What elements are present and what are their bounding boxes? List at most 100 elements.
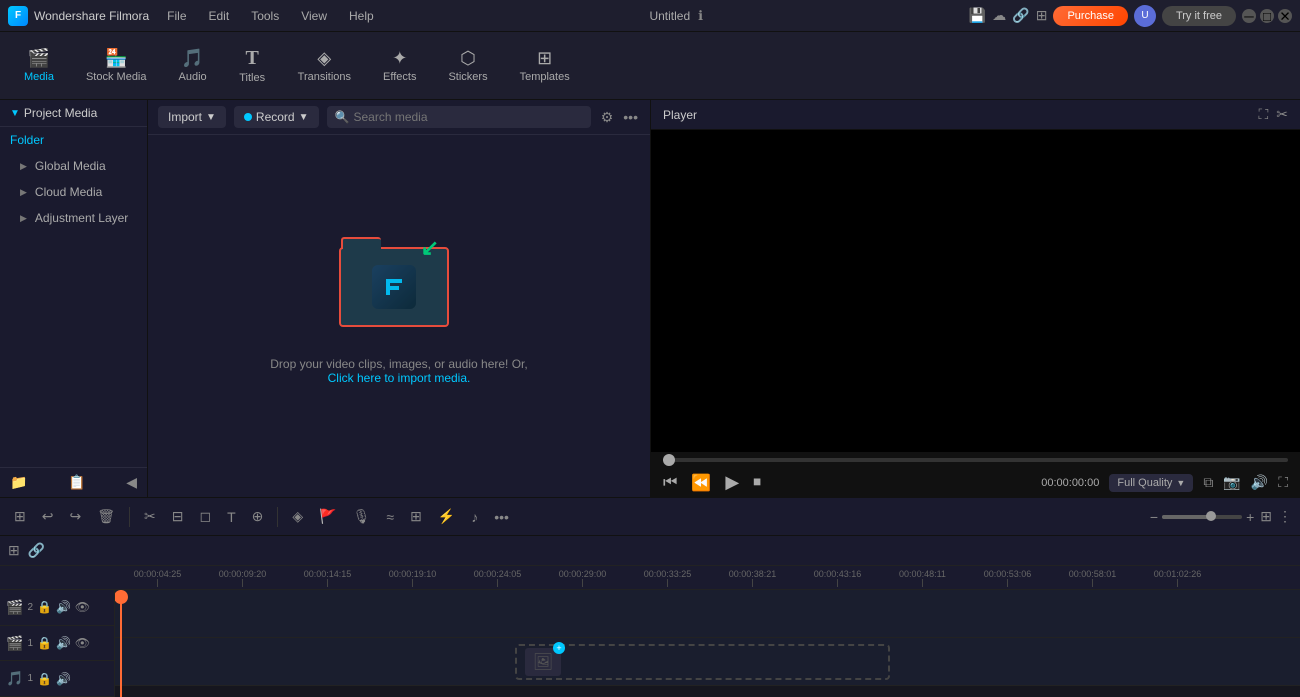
track2-eye-icon[interactable]: 👁 xyxy=(75,600,90,614)
split-icon[interactable]: ⊟ xyxy=(166,504,190,529)
panel-item-folder[interactable]: Folder xyxy=(0,127,147,153)
save-icon[interactable]: 💾 xyxy=(969,7,986,24)
progress-handle[interactable] xyxy=(663,454,675,466)
import-link[interactable]: Click here to import media. xyxy=(328,371,471,385)
menu-tools[interactable]: Tools xyxy=(241,5,289,27)
share-icon[interactable]: 🔗 xyxy=(1012,7,1029,24)
toolbar-item-audio[interactable]: 🎵 Audio xyxy=(165,42,221,89)
collapse-icon[interactable]: ◀ xyxy=(126,474,137,491)
toolbar-item-stickers[interactable]: ⬡ Stickers xyxy=(434,42,501,89)
redo-icon[interactable]: ↪ xyxy=(63,504,87,529)
menu-file[interactable]: File xyxy=(157,5,196,27)
minimize-button[interactable]: ─ xyxy=(1242,9,1256,23)
track-labels: 🎬 2 🔒 🔊 👁 🎬 1 🔒 🔊 👁 🎵 xyxy=(0,590,115,697)
zoom-in-icon[interactable]: + xyxy=(1246,509,1254,525)
more-tl-icon[interactable]: ••• xyxy=(488,505,515,529)
audio1-mute-icon[interactable]: 🔊 xyxy=(56,672,71,686)
scene-detect-icon[interactable]: ⊞ xyxy=(8,504,32,529)
link-icon[interactable]: 🔗 xyxy=(28,542,45,559)
menu-view[interactable]: View xyxy=(291,5,337,27)
stock-label: Stock Media xyxy=(86,71,147,83)
close-button[interactable]: ✕ xyxy=(1278,9,1292,23)
drag-drop-zone[interactable]: 🖼 + xyxy=(515,644,890,680)
layout-icon[interactable]: ⊞ xyxy=(1260,508,1272,525)
volume-icon[interactable]: 🔊 xyxy=(1251,474,1268,491)
track1-eye-icon[interactable]: 👁 xyxy=(75,636,90,650)
zoom-controls: − + xyxy=(1150,509,1254,525)
play-button[interactable]: ▶ xyxy=(725,472,739,493)
more-options-icon[interactable]: ⋮ xyxy=(1278,508,1292,525)
toolbar-item-templates[interactable]: ⊞ Templates xyxy=(506,42,584,89)
panel-item-global[interactable]: ▶ Global Media xyxy=(0,153,147,179)
ruler-mark-2: 00:00:14:15 xyxy=(285,569,370,587)
menu-help[interactable]: Help xyxy=(339,5,384,27)
multi-icon[interactable]: ⊞ xyxy=(404,504,428,529)
cloud-save-icon[interactable]: ☁ xyxy=(992,7,1006,24)
titlebar-left: F Wondershare Filmora File Edit Tools Vi… xyxy=(8,5,384,27)
more-icon[interactable]: ••• xyxy=(621,107,640,128)
panel-item-cloud[interactable]: ▶ Cloud Media xyxy=(0,179,147,205)
crop-icon[interactable]: ✂ xyxy=(1276,106,1288,123)
text-tl-icon[interactable]: T xyxy=(221,505,242,529)
snapshot-icon[interactable]: 📷 xyxy=(1223,474,1240,491)
record-button[interactable]: Record ▼ xyxy=(234,106,319,128)
fullscreen-icon[interactable]: ⛶ xyxy=(1258,106,1268,123)
toolbar-item-transitions[interactable]: ◈ Transitions xyxy=(284,42,365,89)
import-label: Import xyxy=(168,110,202,124)
maximize-button[interactable]: □ xyxy=(1260,9,1274,23)
panel-item-adjustment[interactable]: ▶ Adjustment Layer xyxy=(0,205,147,231)
toolbar-item-media[interactable]: 🎬 Media xyxy=(10,42,68,89)
toolbar-item-stock[interactable]: 🏪 Stock Media xyxy=(72,42,161,89)
folder-list-icon[interactable]: 📋 xyxy=(68,474,85,491)
toolbar-item-effects[interactable]: ✦ Effects xyxy=(369,42,430,89)
search-input[interactable] xyxy=(353,110,582,124)
track1-audio-icon[interactable]: 🔊 xyxy=(56,636,71,650)
import-button[interactable]: Import ▼ xyxy=(158,106,226,128)
media-drop-area: ↙ Drop your video clips, images, or audi… xyxy=(148,135,650,497)
cut-icon[interactable]: ✂ xyxy=(138,504,162,529)
window-controls: ─ □ ✕ xyxy=(1242,9,1292,23)
track1-lock-icon[interactable]: 🔒 xyxy=(37,636,52,650)
media-panel: Import ▼ Record ▼ 🔍 ⚙ ••• xyxy=(148,100,650,497)
split-screen-icon[interactable]: ⧉ xyxy=(1203,474,1213,491)
progress-bar[interactable] xyxy=(663,458,1288,462)
snap-icon[interactable]: ◈ xyxy=(286,504,309,529)
zoom-out-icon[interactable]: − xyxy=(1150,509,1158,525)
zoom-slider[interactable] xyxy=(1162,515,1242,519)
filter-icon[interactable]: ⚙ xyxy=(599,107,616,128)
toolbar-item-titles[interactable]: T Titles xyxy=(225,41,280,90)
quality-label: Full Quality xyxy=(1117,477,1172,489)
media-thumb-icon: 🖼 + xyxy=(525,648,561,676)
app-logo-icon: F xyxy=(8,6,28,26)
delete-icon[interactable]: 🗑 xyxy=(91,504,121,529)
avatar[interactable]: U xyxy=(1134,5,1156,27)
track-audio1-icons: 🔒 🔊 xyxy=(37,672,71,686)
skip-back-button[interactable]: ⏮ xyxy=(663,474,677,492)
purchase-button[interactable]: Purchase xyxy=(1053,6,1127,26)
adjust-icon[interactable]: ⊕ xyxy=(246,504,270,529)
stop-button[interactable]: ⏹ xyxy=(753,474,761,492)
add-track-icon[interactable]: ⊞ xyxy=(8,542,20,559)
ruler-mark-8: 00:00:43:16 xyxy=(795,569,880,587)
undo-icon[interactable]: ↩ xyxy=(36,504,60,529)
track2-audio-icon[interactable]: 🔊 xyxy=(56,600,71,614)
mic-icon[interactable]: 🎙 xyxy=(347,504,377,529)
add-folder-icon[interactable]: 📁 xyxy=(10,474,27,491)
track2-lock-icon[interactable]: 🔒 xyxy=(37,600,52,614)
playhead[interactable] xyxy=(120,590,122,697)
flag-icon[interactable]: 🚩 xyxy=(313,504,342,529)
frame-back-button[interactable]: ⏪ xyxy=(691,473,711,493)
speed-icon[interactable]: ⚡ xyxy=(432,504,461,529)
quality-selector[interactable]: Full Quality ▼ xyxy=(1109,474,1193,492)
ripple-icon[interactable]: ≈ xyxy=(380,505,400,529)
menu-edit[interactable]: Edit xyxy=(199,5,240,27)
try-button[interactable]: Try it free xyxy=(1162,6,1236,26)
zoom-handle[interactable] xyxy=(1206,511,1216,521)
grid-icon[interactable]: ⊞ xyxy=(1036,7,1048,24)
player-screen xyxy=(651,130,1300,452)
crop-tl-icon[interactable]: ◻ xyxy=(193,504,217,529)
ruler-line-5 xyxy=(582,579,583,587)
zoom-fit-icon[interactable]: ⛶ xyxy=(1278,474,1288,491)
audio-tl-icon[interactable]: ♪ xyxy=(465,505,484,529)
audio1-lock-icon[interactable]: 🔒 xyxy=(37,672,52,686)
